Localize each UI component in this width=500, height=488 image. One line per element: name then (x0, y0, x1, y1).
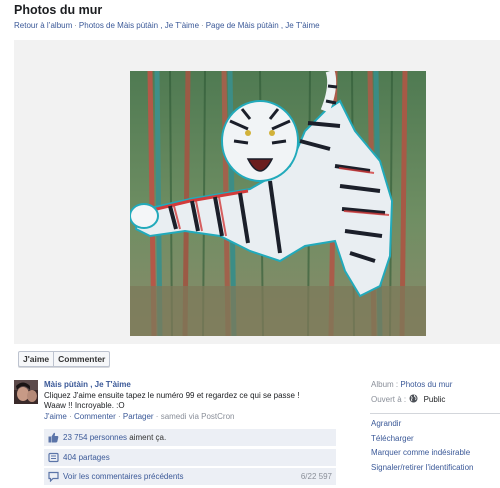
post-comment-link[interactable]: Commenter (74, 412, 116, 421)
report-tag-link[interactable]: Signaler/retirer l'identification (371, 463, 500, 478)
likes-people-link[interactable]: 23 754 personnes (63, 433, 127, 442)
comment-count: 6/22 597 (300, 472, 332, 481)
enlarge-link[interactable]: Agrandir (371, 419, 500, 434)
photo-action-buttons: J'aime Commenter (18, 351, 111, 367)
previous-comments-link[interactable]: Voir les commentaires précédents (63, 472, 184, 481)
audience-label: Ouvert à : (371, 395, 407, 404)
mark-as-spam-link[interactable]: Marquer comme indésirable (371, 448, 500, 463)
post-text-line-2: Waaw !! Incroyable. :O (44, 401, 125, 410)
breadcrumb-owner-photos[interactable]: Photos de Màis pùtàin , Je T'àime (79, 21, 199, 30)
post-timestamp: samedi via PostCron (160, 411, 235, 421)
post-meta: J'aime · Commenter · Partager · samedi v… (44, 411, 235, 421)
breadcrumb-back-to-album[interactable]: Retour à l’album (14, 21, 72, 30)
audience-row: Ouvert à : Public (371, 394, 500, 408)
avatar[interactable] (14, 380, 38, 404)
post-text-line-1: Cliquez J'aime ensuite tapez le numéro 9… (44, 390, 300, 400)
photo-stage (14, 40, 500, 344)
thumbs-up-icon (48, 432, 59, 443)
breadcrumb-owner-page[interactable]: Page de Màis pùtàin , Je T'àime (206, 21, 320, 30)
shares-link[interactable]: 404 partages (63, 453, 110, 462)
breadcrumb: Retour à l’album · Photos de Màis pùtàin ,… (14, 21, 320, 30)
previous-comments-row: Voir les commentaires précédents 6/22 59… (44, 468, 336, 485)
post-body: Màis pùtàin , Je T'àime Cliquez J'aime e… (44, 380, 354, 422)
comment-bubble-icon (48, 471, 59, 483)
shares-row: 404 partages (44, 449, 336, 466)
page-title: Photos du mur (14, 3, 103, 17)
like-button[interactable]: J'aime (19, 352, 53, 366)
share-icon (48, 452, 59, 463)
globe-icon (409, 394, 418, 403)
album-label: Album : (371, 380, 399, 389)
audience-value[interactable]: Public (424, 395, 446, 404)
photo-options: Agrandir Télécharger Marquer comme indés… (371, 419, 500, 477)
post-share-link[interactable]: Partager (123, 412, 154, 421)
album-link[interactable]: Photos du mur (400, 380, 452, 389)
download-link[interactable]: Télécharger (371, 434, 500, 449)
photo-info-sidebar: Album : Photos du mur Ouvert à : Public … (370, 380, 500, 477)
likes-row: 23 754 personnes aiment ça. (44, 429, 336, 446)
sidebar-divider (370, 413, 500, 414)
album-row: Album : Photos du mur (371, 380, 500, 394)
post-like-link[interactable]: J'aime (44, 412, 67, 421)
tiger-photo[interactable] (130, 71, 426, 336)
comment-button[interactable]: Commenter (53, 352, 109, 366)
likes-suffix: aiment ça. (127, 433, 167, 442)
post-author-link[interactable]: Màis pùtàin , Je T'àime (44, 380, 131, 389)
